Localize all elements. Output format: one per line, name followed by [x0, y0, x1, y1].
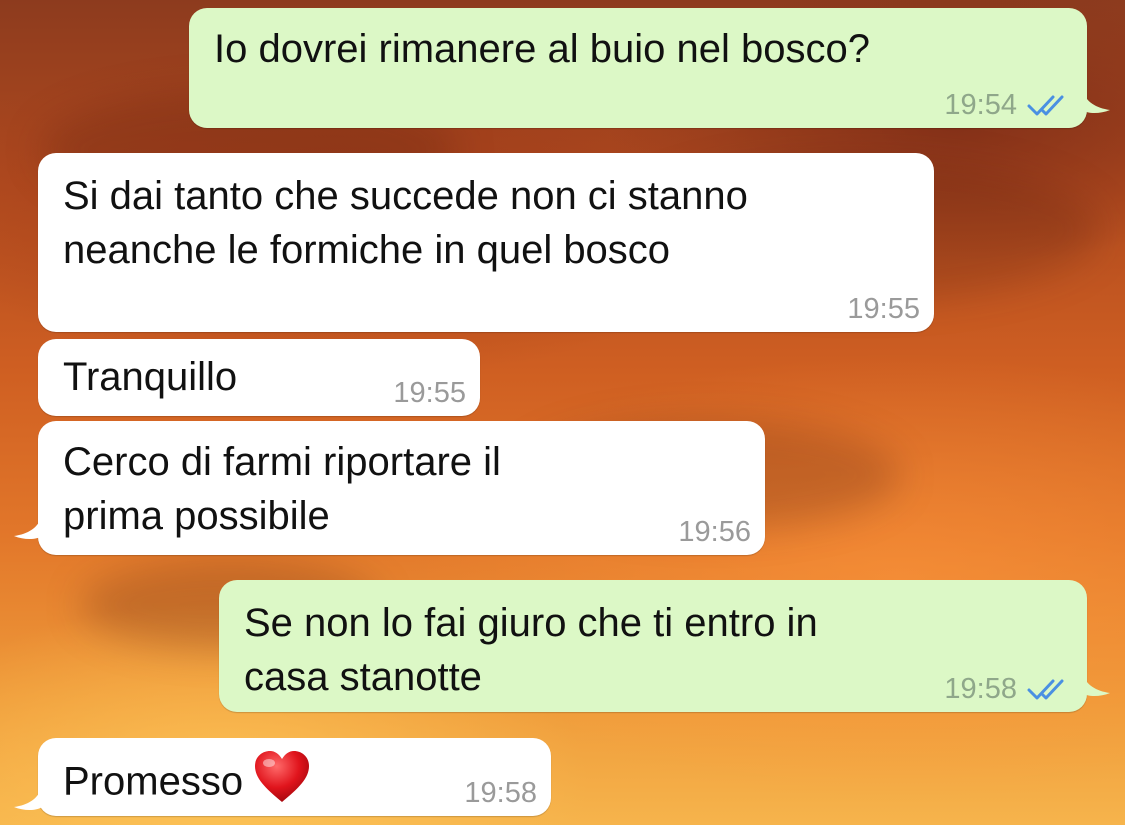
bubble-tail-outgoing [1082, 673, 1112, 697]
message-time: 19:58 [464, 777, 537, 809]
message-time: 19:56 [678, 516, 751, 548]
message-time: 19:55 [847, 293, 920, 325]
message-bubble-outgoing[interactable]: Io dovrei rimanere al buio nel bosco? 19… [189, 8, 1087, 128]
message-line: Se non lo fai giuro che ti entro in [244, 601, 818, 645]
message-meta: 19:58 [944, 673, 1073, 706]
message-text: Se non lo fai giuro che ti entro in casa… [244, 596, 818, 704]
bubble-tail-incoming [12, 787, 42, 811]
message-text: Promesso [63, 750, 311, 818]
message-time: 19:58 [944, 673, 1017, 705]
message-time: 19:54 [944, 89, 1017, 121]
message-list[interactable]: Io dovrei rimanere al buio nel bosco? 19… [0, 0, 1125, 825]
message-line: prima possibile [63, 494, 330, 538]
message-bubble-incoming[interactable]: Cerco di farmi riportare il prima possib… [38, 421, 765, 555]
message-meta: 19:55 [393, 377, 466, 410]
message-bubble-incoming[interactable]: Tranquillo 19:55 [38, 339, 480, 416]
bubble-tail-outgoing [1082, 90, 1112, 114]
message-line: casa stanotte [244, 655, 482, 699]
message-text: Io dovrei rimanere al buio nel bosco? [214, 27, 870, 71]
message-bubble-incoming[interactable]: Si dai tanto che succede non ci stanno n… [38, 153, 934, 332]
message-time: 19:55 [393, 377, 466, 409]
message-meta: 19:58 [464, 777, 537, 810]
message-meta: 19:54 [944, 89, 1073, 122]
heart-emoji [253, 750, 311, 818]
bubble-tail-incoming [12, 516, 42, 540]
double-check-icon [1027, 94, 1073, 118]
message-line: Si dai tanto che succede non ci stanno [63, 174, 748, 218]
message-bubble-incoming[interactable]: Promesso 19:58 [38, 738, 551, 816]
message-text: Cerco di farmi riportare il prima possib… [63, 435, 501, 543]
message-line: Promesso [63, 759, 244, 804]
message-meta: 19:56 [678, 516, 751, 549]
double-check-icon [1027, 678, 1073, 702]
message-line: neanche le formiche in quel bosco [63, 228, 671, 272]
message-text: Si dai tanto che succede non ci stanno n… [63, 169, 748, 277]
message-meta: 19:55 [847, 293, 920, 326]
message-line: Cerco di farmi riportare il [63, 440, 501, 484]
message-text: Tranquillo [63, 355, 238, 399]
message-bubble-outgoing[interactable]: Se non lo fai giuro che ti entro in casa… [219, 580, 1087, 712]
